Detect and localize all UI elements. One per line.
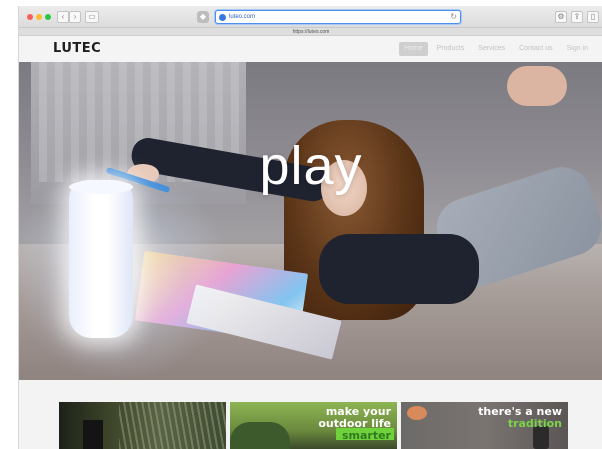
privacy-shield-icon[interactable]: ◆ — [197, 11, 209, 23]
tab-title[interactable]: https://luteo.com — [19, 28, 602, 36]
nav-item-home[interactable]: Home — [398, 42, 428, 56]
site-logo[interactable]: LUTEC — [53, 41, 101, 57]
nav-item-services[interactable]: Services — [473, 42, 510, 56]
site-favicon-icon — [219, 14, 226, 21]
address-bar[interactable]: luteo.com ↻ — [215, 10, 461, 24]
card-1-grass — [119, 402, 226, 449]
forward-button[interactable]: › — [69, 11, 81, 23]
hero-title: play — [259, 136, 363, 196]
nav-item-contact-us[interactable]: Contact us — [514, 42, 557, 56]
hero-lamp — [69, 180, 133, 338]
main-nav: Home Products Services Contact us Sign i… — [398, 42, 593, 56]
address-bar-url: luteo.com — [229, 14, 256, 20]
hero-banner[interactable]: play — [19, 62, 602, 380]
card-3-line-1: there's a new — [478, 405, 562, 418]
minimize-window-button[interactable] — [36, 14, 42, 20]
browser-window: ‹ › ▭ ◆ luteo.com ↻ ⚙ ⇪ ▯ https://luteo.… — [18, 6, 602, 449]
hero-girl-feet — [507, 66, 567, 106]
card-1-bollard-light — [83, 420, 103, 449]
back-button[interactable]: ‹ — [57, 11, 69, 23]
card-3-flower — [407, 406, 427, 420]
sidebar-toggle-button[interactable]: ▭ — [85, 11, 99, 23]
zoom-window-button[interactable] — [45, 14, 51, 20]
browser-toolbar: ‹ › ▭ ◆ luteo.com ↻ ⚙ ⇪ ▯ — [19, 6, 602, 28]
tabs-overview-icon[interactable]: ▯ — [587, 11, 599, 23]
share-icon[interactable]: ⇪ — [571, 11, 583, 23]
product-card-2[interactable]: make your outdoor life smarter — [230, 402, 397, 449]
card-2-plant — [230, 422, 290, 449]
product-strip: make your outdoor life smarter there's a… — [19, 380, 602, 449]
card-2-line-2: outdoor life — [318, 417, 391, 430]
card-2-line-3: smarter — [341, 429, 391, 442]
tab-bar: https://luteo.com — [19, 28, 602, 36]
hero-girl-body — [319, 234, 479, 304]
site-header: LUTEC Home Products Services Contact us … — [19, 36, 602, 62]
extensions-icon[interactable]: ⚙ — [555, 11, 567, 23]
close-window-button[interactable] — [27, 14, 33, 20]
nav-item-products[interactable]: Products — [432, 42, 470, 56]
reload-icon[interactable]: ↻ — [450, 12, 457, 22]
product-card-1[interactable] — [59, 402, 226, 449]
product-card-3[interactable]: there's a new tradition — [401, 402, 568, 449]
card-2-line-1: make your — [325, 405, 391, 418]
card-3-line-2: tradition — [507, 417, 562, 430]
nav-item-sign-in[interactable]: Sign in — [562, 42, 593, 56]
